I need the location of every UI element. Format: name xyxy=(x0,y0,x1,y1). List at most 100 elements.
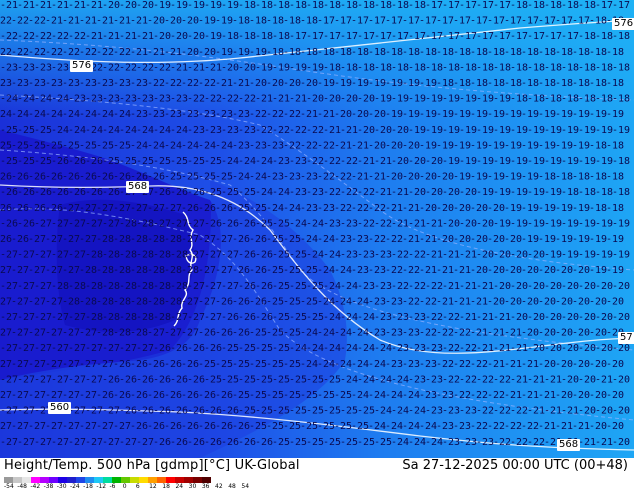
temperature-value: -18 xyxy=(221,31,239,42)
temperature-value: -28 xyxy=(147,234,165,245)
temperature-value: -17 xyxy=(334,16,352,27)
temperature-value: -18 xyxy=(340,0,358,11)
temperature-value: -27 xyxy=(79,203,97,214)
temperature-value: -23 xyxy=(119,94,137,105)
temperature-value: -24 xyxy=(317,359,335,370)
temperature-value: -21 xyxy=(538,390,556,401)
temperature-value: -21 xyxy=(0,0,18,11)
temperature-value: -24 xyxy=(323,343,341,354)
temperature-value: -23 xyxy=(136,94,154,105)
temperature-value: -18 xyxy=(408,62,426,73)
temperature-value: -21 xyxy=(374,187,392,198)
contour-label-57-right: 57 xyxy=(618,332,634,344)
temperature-value: -19 xyxy=(538,234,556,245)
temperature-value: -19 xyxy=(561,125,579,136)
temperature-value: -23 xyxy=(198,109,216,120)
temperature-value: -23 xyxy=(283,172,301,183)
temperature-value: -27 xyxy=(11,421,29,432)
temperature-value: -26 xyxy=(238,312,256,323)
temperature-value: -26 xyxy=(221,218,239,229)
temperature-value: -22 xyxy=(181,78,199,89)
temperature-value: -27 xyxy=(85,374,103,385)
temperature-value: -23 xyxy=(402,359,420,370)
temperature-value: -25 xyxy=(283,234,301,245)
temperature-value: -20 xyxy=(555,265,573,276)
temperature-value: -22 xyxy=(79,47,97,58)
temperature-value: -25 xyxy=(357,437,375,448)
colorbar-tick-label: -54 xyxy=(4,483,14,490)
temperature-value: -18 xyxy=(419,47,437,58)
temperature-value: -25 xyxy=(0,125,18,136)
temperature-value: -20 xyxy=(487,203,505,214)
temperature-value: -20 xyxy=(425,187,443,198)
temperature-value: -18 xyxy=(578,31,596,42)
temperature-value: -19 xyxy=(572,109,590,120)
temperature-value: -27 xyxy=(215,234,233,245)
temperature-value: -24 xyxy=(351,328,369,339)
temperature-value: -20 xyxy=(572,328,590,339)
temperature-value: -25 xyxy=(34,125,52,136)
temperature-value: -21 xyxy=(510,343,528,354)
temperature-value: -19 xyxy=(317,78,335,89)
temperature-value: -19 xyxy=(606,109,624,120)
temperature-value: -20 xyxy=(504,296,522,307)
temperature-value: -25 xyxy=(266,234,284,245)
temperature-value: -26 xyxy=(153,437,171,448)
temperature-value: -18 xyxy=(578,94,596,105)
temperature-value: -25 xyxy=(255,218,273,229)
temperature-value: -23 xyxy=(351,234,369,245)
temperature-value: -19 xyxy=(538,109,556,120)
temperature-value: -26 xyxy=(204,343,222,354)
temperature-value: -27 xyxy=(68,437,86,448)
temperature-value: -22 xyxy=(402,265,420,276)
contour-label-560-left: 560 xyxy=(48,402,72,414)
temperature-value: -24 xyxy=(136,125,154,136)
temperature-value: -24 xyxy=(130,140,148,151)
temperature-value: -20 xyxy=(442,218,460,229)
temperature-value: -23 xyxy=(425,374,443,385)
temperature-value: -24 xyxy=(391,437,409,448)
temperature-value: -21 xyxy=(538,421,556,432)
temperature-value: -20 xyxy=(238,62,256,73)
temperature-value: -21 xyxy=(130,16,148,27)
temperature-value: -27 xyxy=(17,281,35,292)
temperature-value: -19 xyxy=(272,62,290,73)
temperature-value: -18 xyxy=(538,172,556,183)
temperature-value: -20 xyxy=(595,312,613,323)
temperature-value: -18 xyxy=(453,47,471,58)
temperature-value: -24 xyxy=(45,109,63,120)
temperature-value: -24 xyxy=(28,109,46,120)
temperature-value: -19 xyxy=(521,203,539,214)
temperature-value: -21 xyxy=(510,374,528,385)
colorbar-tick-label: -18 xyxy=(83,483,93,490)
temperature-value: -25 xyxy=(181,172,199,183)
temperature-value: -25 xyxy=(289,437,307,448)
temperature-value: -26 xyxy=(187,343,205,354)
temperature-value: -25 xyxy=(374,437,392,448)
temperature-value: -23 xyxy=(272,156,290,167)
temperature-value: -26 xyxy=(17,187,35,198)
temperature-value: -24 xyxy=(0,94,18,105)
temperature-value: -24 xyxy=(215,140,233,151)
temperature-value: -27 xyxy=(79,328,97,339)
temperature-value: -18 xyxy=(612,31,630,42)
temperature-value: -22 xyxy=(255,125,273,136)
temperature-value: -20 xyxy=(589,296,607,307)
temperature-value: -19 xyxy=(170,0,188,11)
temperature-value: -18 xyxy=(487,47,505,58)
temperature-value: -22 xyxy=(391,281,409,292)
temperature-value: -27 xyxy=(68,374,86,385)
temperature-value: -24 xyxy=(357,312,375,323)
temperature-value: -19 xyxy=(561,218,579,229)
temperature-value: -22 xyxy=(119,62,137,73)
temperature-value: -19 xyxy=(527,125,545,136)
temperature-value: -26 xyxy=(215,328,233,339)
temperature-value: -27 xyxy=(51,343,69,354)
temperature-value: -25 xyxy=(204,374,222,385)
temperature-value: -19 xyxy=(391,94,409,105)
temperature-value: -27 xyxy=(68,250,86,261)
temperature-value: -25 xyxy=(272,343,290,354)
temperature-value: -22 xyxy=(11,47,29,58)
temperature-value: -22 xyxy=(493,437,511,448)
temperature-value: -28 xyxy=(68,281,86,292)
